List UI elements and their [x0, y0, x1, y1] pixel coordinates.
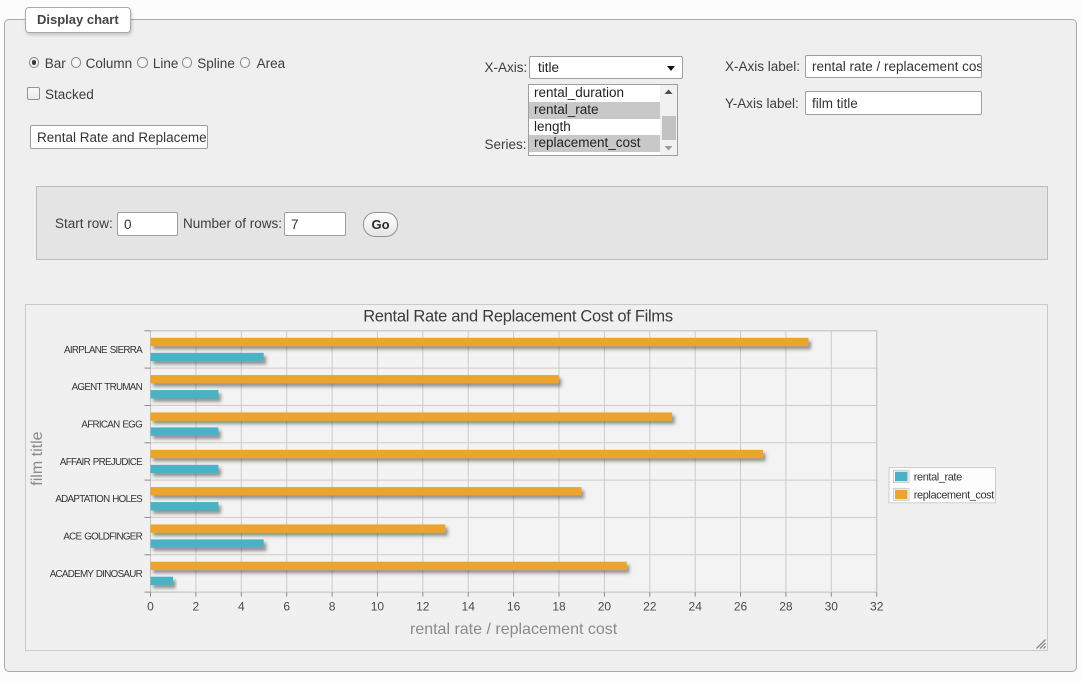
- svg-text:20: 20: [598, 600, 612, 614]
- svg-text:AFFAIR PREJUDICE: AFFAIR PREJUDICE: [60, 457, 143, 468]
- svg-text:28: 28: [779, 600, 793, 614]
- svg-text:22: 22: [643, 600, 657, 614]
- svg-text:ACE GOLDFINGER: ACE GOLDFINGER: [63, 532, 142, 543]
- svg-text:30: 30: [825, 600, 839, 614]
- svg-text:10: 10: [371, 600, 385, 614]
- svg-text:AGENT TRUMAN: AGENT TRUMAN: [72, 382, 143, 393]
- svg-text:AFRICAN EGG: AFRICAN EGG: [81, 420, 142, 431]
- svg-text:rental_rate: rental_rate: [914, 471, 962, 483]
- svg-text:8: 8: [329, 600, 336, 614]
- svg-text:ADAPTATION HOLES: ADAPTATION HOLES: [55, 494, 143, 505]
- svg-text:0: 0: [147, 600, 154, 614]
- svg-text:2: 2: [193, 600, 200, 614]
- svg-text:14: 14: [462, 600, 476, 614]
- svg-text:film title: film title: [29, 431, 46, 485]
- svg-text:16: 16: [507, 600, 521, 614]
- svg-text:AIRPLANE SIERRA: AIRPLANE SIERRA: [64, 345, 143, 356]
- svg-text:replacement_cost: replacement_cost: [914, 489, 994, 501]
- svg-text:24: 24: [689, 600, 703, 614]
- svg-text:rental rate / replacement cost: rental rate / replacement cost: [410, 621, 618, 638]
- svg-text:6: 6: [283, 600, 290, 614]
- svg-text:ACADEMY DINOSAUR: ACADEMY DINOSAUR: [50, 569, 143, 580]
- svg-text:32: 32: [870, 600, 884, 614]
- svg-text:Rental Rate and Replacement Co: Rental Rate and Replacement Cost of Film…: [363, 307, 673, 325]
- svg-text:26: 26: [734, 600, 748, 614]
- svg-text:4: 4: [238, 600, 245, 614]
- svg-text:18: 18: [552, 600, 566, 614]
- svg-text:12: 12: [416, 600, 430, 614]
